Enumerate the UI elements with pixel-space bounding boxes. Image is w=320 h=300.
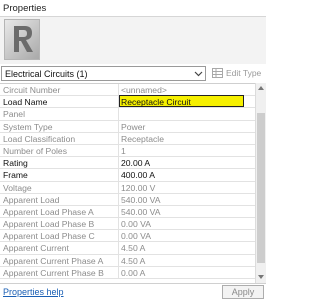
property-row-load-name[interactable]: Load Name Receptacle Circuit bbox=[0, 95, 255, 109]
property-name: Circuit Number bbox=[3, 85, 61, 95]
edit-type-button[interactable]: Edit Type bbox=[210, 66, 264, 81]
property-value: 4.50 A bbox=[121, 255, 146, 266]
load-name-input[interactable]: Receptacle Circuit bbox=[121, 97, 251, 107]
property-value: 540.00 VA bbox=[121, 206, 161, 217]
property-row-voltage: Voltage 120.00 V bbox=[0, 181, 255, 194]
edit-type-icon bbox=[212, 68, 223, 78]
type-selector-dropdown[interactable]: Electrical Circuits (1) bbox=[1, 66, 206, 81]
window-title: Properties bbox=[3, 3, 47, 14]
property-row-apparent-current-phase-a: Apparent Current Phase A 4.50 A bbox=[0, 254, 255, 267]
property-name: Apparent Current Phase B bbox=[3, 267, 104, 278]
type-selector-value: Electrical Circuits (1) bbox=[5, 69, 88, 79]
title-bar: Properties bbox=[0, 0, 266, 17]
property-row-system-type: System Type Power bbox=[0, 120, 255, 133]
property-row-frame[interactable]: Frame 400.00 A bbox=[0, 169, 255, 182]
properties-scrollbar[interactable] bbox=[255, 83, 266, 283]
apply-button[interactable]: Apply bbox=[222, 285, 264, 299]
property-name: Frame bbox=[3, 170, 28, 181]
scrollbar-thumb[interactable] bbox=[257, 113, 265, 263]
properties-footer: Properties help Apply bbox=[0, 283, 266, 300]
property-name: Apparent Current Phase A bbox=[3, 255, 104, 266]
property-row-apparent-current: Apparent Current 4.50 A bbox=[0, 242, 255, 255]
scroll-up-arrow-icon[interactable] bbox=[258, 86, 264, 90]
property-name: Apparent Load Phase A bbox=[3, 206, 94, 217]
revit-logo-icon bbox=[4, 19, 40, 60]
property-row-number-of-poles: Number of Poles 1 bbox=[0, 144, 255, 158]
property-row-load-classification: Load Classification Receptacle bbox=[0, 132, 255, 145]
property-row-apparent-load: Apparent Load 540.00 VA bbox=[0, 193, 255, 206]
property-name: Number of Poles bbox=[3, 145, 68, 156]
chevron-down-icon bbox=[194, 71, 203, 77]
scroll-down-arrow-icon[interactable] bbox=[258, 275, 264, 279]
rating-input[interactable]: 20.00 A bbox=[121, 158, 251, 168]
property-row-apparent-current-phase-b: Apparent Current Phase B 0.00 A bbox=[0, 266, 255, 279]
property-name: Apparent Current bbox=[3, 243, 69, 254]
edit-type-label: Edit Type bbox=[226, 68, 262, 78]
property-row-apparent-load-phase-b: Apparent Load Phase B 0.00 VA bbox=[0, 218, 255, 231]
property-row-panel: Panel bbox=[0, 108, 255, 121]
property-value: Receptacle bbox=[121, 133, 164, 144]
property-value: 120.00 V bbox=[121, 182, 156, 193]
type-selector-bar: Electrical Circuits (1) Edit Type bbox=[0, 66, 266, 81]
property-value: 1 bbox=[121, 145, 126, 156]
property-name: Voltage bbox=[3, 182, 32, 193]
properties-header bbox=[0, 17, 266, 64]
property-name: Panel bbox=[3, 109, 25, 120]
property-name: Apparent Load bbox=[3, 194, 60, 205]
property-name: Apparent Load Phase C bbox=[3, 231, 95, 242]
property-name: Rating bbox=[3, 158, 28, 169]
property-value: 540.00 VA bbox=[121, 194, 161, 205]
property-name: Apparent Load Phase B bbox=[3, 219, 95, 230]
property-value: 0.00 A bbox=[121, 267, 146, 278]
property-value: 4.50 A bbox=[121, 243, 146, 254]
property-value: 0.00 VA bbox=[121, 231, 151, 242]
property-value: <unnamed> bbox=[121, 85, 167, 95]
property-name: System Type bbox=[3, 121, 53, 132]
property-row-apparent-load-phase-a: Apparent Load Phase A 540.00 VA bbox=[0, 205, 255, 219]
property-name: Load Name bbox=[3, 97, 48, 108]
property-row-apparent-load-phase-c: Apparent Load Phase C 0.00 VA bbox=[0, 230, 255, 243]
property-name: Load Classification bbox=[3, 133, 76, 144]
properties-grid: Circuit Number <unnamed> Load Name Recepta… bbox=[0, 83, 255, 283]
frame-input[interactable]: 400.00 A bbox=[121, 170, 251, 180]
property-row-rating[interactable]: Rating 20.00 A bbox=[0, 157, 255, 170]
property-value: 0.00 VA bbox=[121, 219, 151, 230]
property-value: Power bbox=[121, 121, 146, 132]
properties-help-link[interactable]: Properties help bbox=[3, 287, 64, 297]
